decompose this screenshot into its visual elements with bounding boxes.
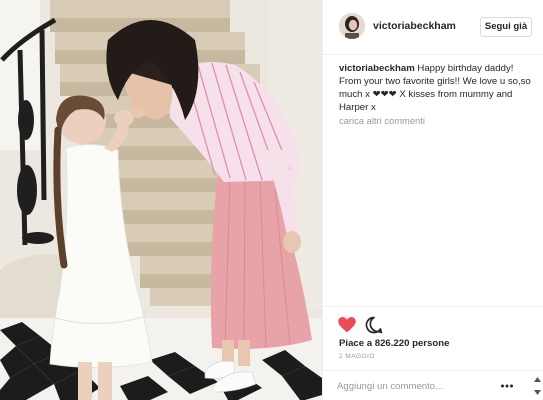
instagram-post: victoriabeckham Segui già victoriabeckha… xyxy=(0,0,543,400)
load-more-comments-link[interactable]: carica altri commenti xyxy=(339,115,425,126)
heart-icon[interactable] xyxy=(338,317,356,333)
post-photo-illustration xyxy=(0,0,322,400)
comment-input[interactable] xyxy=(337,377,507,395)
scroll-arrows-icon[interactable] xyxy=(533,374,542,398)
more-options-icon[interactable] xyxy=(500,381,514,391)
action-bar xyxy=(323,306,543,340)
post-header: victoriabeckham Segui già xyxy=(323,0,543,55)
add-comment-bar xyxy=(323,370,543,400)
username[interactable]: victoriabeckham xyxy=(373,20,456,32)
caption-username[interactable]: victoriabeckham xyxy=(339,63,415,74)
following-button[interactable]: Segui già xyxy=(480,17,532,37)
likes-count[interactable]: Piace a 826.220 persone xyxy=(339,338,449,349)
comment-icon[interactable] xyxy=(365,316,383,334)
caption: victoriabeckham Happy birthday daddy! Fr… xyxy=(339,62,535,114)
post-date[interactable]: 2 MAGGIO xyxy=(339,353,375,360)
post-photo[interactable] xyxy=(0,0,322,400)
post-sidebar: victoriabeckham Segui già victoriabeckha… xyxy=(322,0,543,400)
avatar-image xyxy=(339,13,365,39)
avatar[interactable] xyxy=(339,13,365,39)
